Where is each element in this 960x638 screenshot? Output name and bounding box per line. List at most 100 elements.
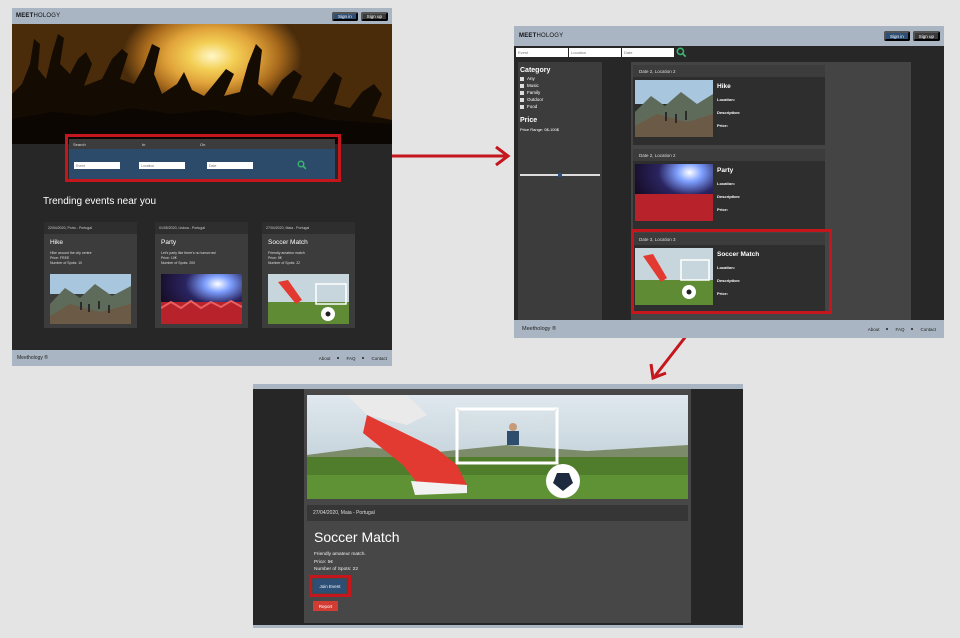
footer-about-link[interactable]: About xyxy=(868,327,880,332)
price-label: Price: xyxy=(717,123,729,128)
description-label: Description: xyxy=(717,110,741,115)
separator-dot xyxy=(337,357,340,359)
event-spots: Number of Spots: 22 xyxy=(314,567,358,572)
result-card-hike[interactable]: Date 2, Location 2 Hike Location: Descri… xyxy=(633,65,825,145)
checkbox-icon[interactable] xyxy=(520,90,524,95)
separator-dot xyxy=(886,328,889,330)
date-input[interactable] xyxy=(622,48,674,57)
checkbox-icon[interactable] xyxy=(520,83,524,88)
option-label: Any xyxy=(527,76,535,81)
category-option-family[interactable]: Family xyxy=(520,90,602,95)
location-input[interactable] xyxy=(569,48,621,57)
category-option-music[interactable]: Music xyxy=(520,83,602,88)
footer-about-link[interactable]: About xyxy=(319,356,331,361)
highlight-join-button xyxy=(309,575,351,597)
card-title: Party xyxy=(161,239,177,246)
event-card-hike[interactable]: 22/04/2020, Porto - Portugal Hike Hike a… xyxy=(44,222,137,328)
trending-title: Trending events near you xyxy=(43,196,157,207)
result-card-party[interactable]: Date 2, Location 2 Party Location: Descr… xyxy=(633,149,825,229)
results-footer: Meethology ® About FAQ Contact xyxy=(514,320,944,338)
event-card-party[interactable]: 01/05/2020, Lisboa - Portugal Party Let'… xyxy=(155,222,248,328)
card-spots: Number of Spots: 200 xyxy=(161,261,196,265)
signin-button[interactable]: Sign in xyxy=(331,11,358,21)
result-card-header: Date 2, Location 2 xyxy=(633,65,825,77)
brand-bold: MEET xyxy=(519,33,537,39)
report-button[interactable]: Report xyxy=(313,601,338,611)
result-card-header: Date 2, Location 2 xyxy=(633,149,825,161)
description-label: Description: xyxy=(717,194,741,199)
highlight-soccer-card xyxy=(631,229,832,314)
detail-footer-strip xyxy=(253,625,743,628)
category-option-food[interactable]: Food xyxy=(520,104,602,109)
checkbox-icon[interactable] xyxy=(520,76,524,81)
filter-sidebar: Category Any Music Family Outdoor Food P… xyxy=(518,62,602,320)
card-details: Friendly amateur match Price: 5€ Number … xyxy=(268,251,355,266)
brand-rest: HOLOGY xyxy=(33,13,61,19)
card-title: Hike xyxy=(50,239,64,246)
footer-copyright: Meethology ® xyxy=(17,355,48,361)
footer-contact-link[interactable]: Contact xyxy=(920,327,936,332)
price-range-label: Price Range: 0$-100$ xyxy=(520,127,559,132)
card-title: Soccer Match xyxy=(268,239,308,246)
slider-handle[interactable] xyxy=(558,173,562,177)
signup-button[interactable]: Sign up xyxy=(912,31,940,41)
card-date: 22/04/2020, Porto - Portugal xyxy=(44,222,137,234)
hike-image xyxy=(50,274,131,324)
soccer-hero-image xyxy=(307,395,688,499)
home-footer: Meethology ® About FAQ Contact xyxy=(12,350,392,366)
results-navbar: MEETHOLOGY Sign in Sign up xyxy=(514,26,944,46)
card-date: 01/05/2020, Lisboa - Portugal xyxy=(155,222,248,234)
home-screen: MEETHOLOGY Sign in Sign up Search In On … xyxy=(12,8,392,366)
event-date-location: 27/04/2020, Maia - Portugal xyxy=(307,505,688,521)
footer-faq-link[interactable]: FAQ xyxy=(346,356,355,361)
event-detail-panel: 27/04/2020, Maia - Portugal Soccer Match… xyxy=(304,389,691,623)
results-screen: MEETHOLOGY Sign in Sign up Category Any … xyxy=(514,26,944,338)
crowd-silhouette xyxy=(12,34,392,144)
home-navbar: MEETHOLOGY Sign in Sign up xyxy=(12,8,392,24)
result-card-title: Hike xyxy=(717,83,731,90)
card-date: 27/04/2020, Maia - Portugal xyxy=(262,222,355,234)
brand-logo[interactable]: MEETHOLOGY xyxy=(519,33,563,39)
category-option-outdoor[interactable]: Outdoor xyxy=(520,97,602,102)
location-label: Location: xyxy=(717,97,735,102)
event-card-soccer[interactable]: 27/04/2020, Maia - Portugal Soccer Match… xyxy=(262,222,355,328)
party-image xyxy=(161,274,242,324)
price-title: Price xyxy=(520,117,538,124)
search-icon[interactable] xyxy=(676,47,687,58)
event-title: Soccer Match xyxy=(314,529,400,545)
separator-dot xyxy=(362,357,365,359)
signin-button[interactable]: Sign in xyxy=(883,31,910,41)
option-label: Outdoor xyxy=(527,97,544,102)
brand-bold: MEET xyxy=(16,13,34,19)
brand-rest: HOLOGY xyxy=(536,33,564,39)
card-details: Hike around the city centre Price: FREE … xyxy=(50,251,137,266)
checkbox-icon[interactable] xyxy=(520,97,524,102)
event-input[interactable] xyxy=(516,48,568,57)
category-option-any[interactable]: Any xyxy=(520,76,602,81)
event-price: Price: 5€ xyxy=(314,559,333,565)
footer-copyright: Meethology ® xyxy=(522,326,557,332)
location-label: Location: xyxy=(717,181,735,186)
result-card-title: Party xyxy=(717,167,734,174)
option-label: Music xyxy=(527,83,539,88)
signup-button[interactable]: Sign up xyxy=(360,11,388,21)
price-slider[interactable] xyxy=(520,173,600,177)
footer-links: About FAQ Contact xyxy=(868,327,936,332)
brand-logo[interactable]: MEETHOLOGY xyxy=(16,13,60,19)
hike-image xyxy=(635,80,713,137)
footer-links: About FAQ Contact xyxy=(319,356,387,361)
footer-contact-link[interactable]: Contact xyxy=(371,356,387,361)
checkbox-icon[interactable] xyxy=(520,104,524,109)
card-details: Let's party like there's no tomorrow! Pr… xyxy=(161,251,248,266)
footer-faq-link[interactable]: FAQ xyxy=(895,327,904,332)
results-search-bar xyxy=(514,46,944,60)
card-spots: Number of Spots: 22 xyxy=(268,261,301,265)
option-label: Family xyxy=(527,90,541,95)
option-label: Food xyxy=(527,104,538,109)
soccer-image xyxy=(268,274,349,324)
highlight-search-box xyxy=(65,134,341,182)
event-details: Friendly amateur match. Price: 5€ Number… xyxy=(314,551,366,574)
card-spots: Number of Spots: 10 xyxy=(50,261,83,265)
hero-concert-image xyxy=(12,24,392,144)
price-label: Price: xyxy=(717,207,729,212)
